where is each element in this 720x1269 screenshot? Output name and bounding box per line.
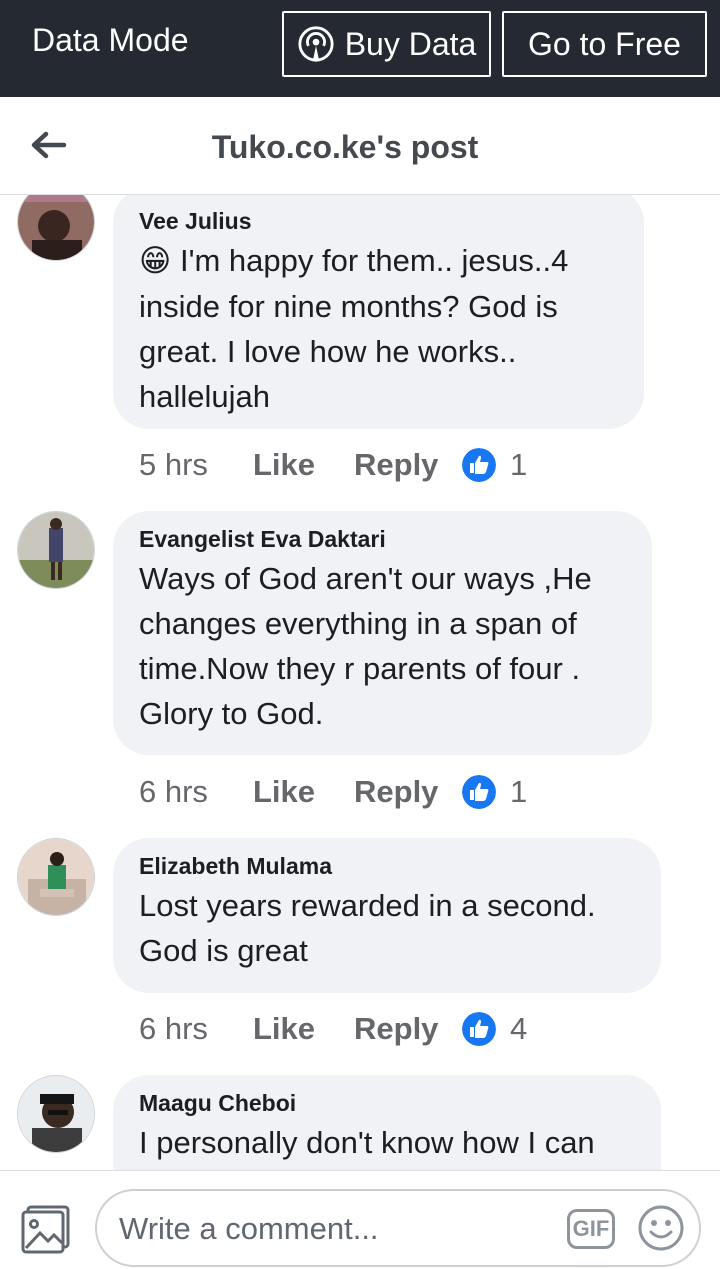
avatar[interactable] [17, 195, 95, 261]
reply-button[interactable]: Reply [354, 445, 462, 485]
like-button[interactable]: Like [253, 1009, 354, 1049]
comment-actions: 6 hrs Like Reply 4 [139, 1009, 527, 1049]
like-reaction-icon[interactable] [462, 1012, 496, 1046]
buy-data-label: Buy Data [344, 26, 477, 62]
comment-time[interactable]: 6 hrs [139, 772, 253, 812]
broadcast-icon [298, 26, 334, 62]
comment-author[interactable]: Vee Julius [139, 206, 618, 236]
like-count[interactable]: 1 [510, 772, 527, 812]
comment-bubble[interactable]: Elizabeth Mulama Lost years rewarded in … [113, 838, 661, 993]
avatar[interactable] [17, 838, 95, 916]
comment-text: 😁 I'm happy for them.. jesus..4 inside f… [139, 243, 569, 414]
comment-list[interactable]: Vee Julius 😁 I'm happy for them.. jesus.… [0, 195, 720, 1170]
smiley-icon[interactable] [637, 1204, 685, 1252]
gif-icon[interactable]: GIF [567, 1209, 615, 1249]
like-count[interactable]: 1 [510, 445, 527, 485]
photo-icon[interactable] [20, 1203, 72, 1255]
comment-bubble[interactable]: Maagu Cheboi I personally don't know how… [113, 1075, 661, 1170]
like-count[interactable]: 4 [510, 1009, 527, 1049]
comment-author[interactable]: Evangelist Eva Daktari [139, 524, 626, 554]
comment-bubble[interactable]: Evangelist Eva Daktari Ways of God aren'… [113, 511, 652, 755]
comment-author[interactable]: Elizabeth Mulama [139, 851, 635, 881]
like-reaction-icon[interactable] [462, 448, 496, 482]
comment-bubble[interactable]: Vee Julius 😁 I'm happy for them.. jesus.… [113, 195, 644, 429]
go-to-free-button[interactable]: Go to Free [502, 11, 707, 77]
like-reaction-icon[interactable] [462, 775, 496, 809]
like-button[interactable]: Like [253, 445, 354, 485]
comment-text: Lost years rewarded in a second. God is … [139, 888, 596, 968]
comment-input-box[interactable]: GIF [95, 1189, 701, 1267]
reply-button[interactable]: Reply [354, 1009, 462, 1049]
buy-data-button[interactable]: Buy Data [282, 11, 491, 77]
comment-text: Ways of God aren't our ways ,He changes … [139, 561, 592, 731]
grinning-emoji: 😁 [139, 243, 172, 279]
comment-actions: 5 hrs Like Reply 1 [139, 445, 527, 485]
avatar[interactable] [17, 511, 95, 589]
like-button[interactable]: Like [253, 772, 354, 812]
comment-text: I personally don't know how I can [139, 1125, 595, 1160]
comment-author[interactable]: Maagu Cheboi [139, 1088, 635, 1118]
data-mode-label: Data Mode [32, 22, 189, 58]
page-title: Tuko.co.ke's post [211, 129, 479, 165]
post-header: Tuko.co.ke's post [0, 97, 720, 195]
comment-actions: 6 hrs Like Reply 1 [139, 772, 527, 812]
avatar[interactable] [17, 1075, 95, 1153]
data-mode-bar: Data Mode Buy Data Go to Free [0, 0, 720, 97]
comment-time[interactable]: 5 hrs [139, 445, 253, 485]
comment-composer: GIF [0, 1170, 720, 1269]
comment-time[interactable]: 6 hrs [139, 1009, 253, 1049]
reply-button[interactable]: Reply [354, 772, 462, 812]
comment-input[interactable] [117, 1205, 541, 1253]
go-to-free-label: Go to Free [528, 26, 681, 62]
